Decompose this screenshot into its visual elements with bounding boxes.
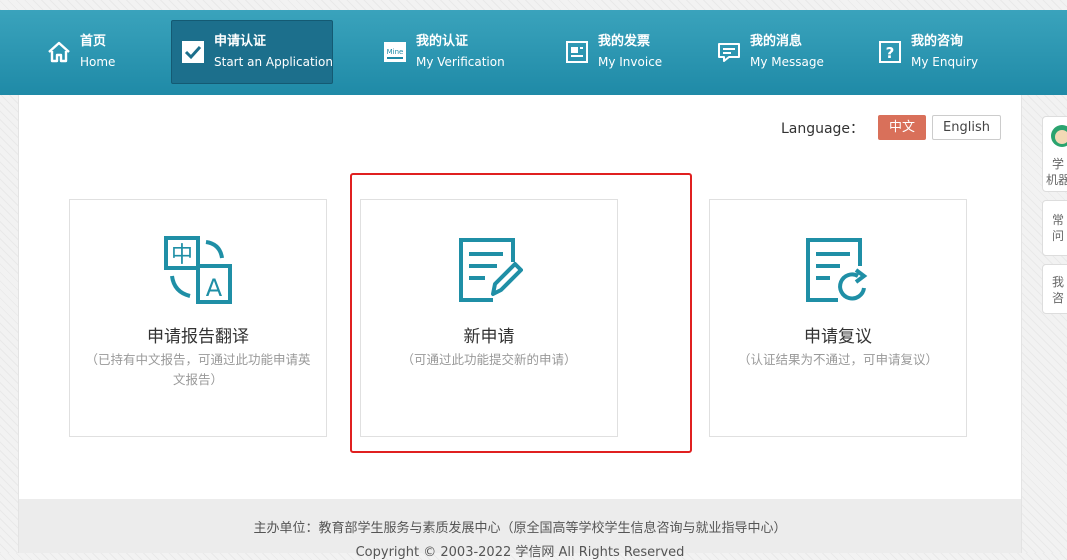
card-report-translation-title: 申请报告翻译 <box>147 327 249 347</box>
check-box-icon <box>182 41 204 63</box>
top-navigation-bar: 首页 Home 申请认证 Start an Application Mine 我… <box>0 10 1067 95</box>
mine-icon-text: Mine <box>387 48 404 56</box>
side-enquiry-text-1: 我 <box>1051 275 1064 289</box>
nav-home[interactable]: 首页 Home <box>36 20 146 84</box>
side-robot-assistant[interactable]: 学 机器 <box>1042 116 1067 192</box>
side-faq-text-2: 问 <box>1051 229 1064 243</box>
card-reconsideration[interactable]: 申请复议 （认证结果为不通过，可申请复议） <box>709 199 967 437</box>
robot-avatar-icon <box>1051 125 1067 147</box>
main-panel: Language： 中文 English 中 A 申请报告翻译 （已持有中文报告… <box>18 95 1022 560</box>
question-icon-text: ? <box>886 44 895 62</box>
mine-certificate-icon: Mine <box>384 42 406 62</box>
new-application-icon <box>459 238 523 302</box>
translate-icon-en-glyph: A <box>206 274 223 302</box>
nav-home-cn-label: 首页 <box>80 34 107 49</box>
translate-icon: 中 A <box>164 236 232 304</box>
footer-copyright: Copyright © 2003-2022 学信网 All Rights Res… <box>355 545 685 560</box>
language-label: Language： <box>780 120 865 137</box>
side-enquiry-text-2: 咨 <box>1051 291 1064 305</box>
language-option-chinese[interactable]: 中文 <box>878 115 927 140</box>
nav-my-invoice-en-label: My Invoice <box>598 55 663 69</box>
question-icon: ? <box>879 41 901 63</box>
side-robot-text-2: 机器 <box>1045 173 1067 187</box>
nav-my-enquiry[interactable]: ? 我的咨询 My Enquiry <box>867 20 1007 84</box>
nav-my-verification[interactable]: Mine 我的认证 My Verification <box>372 20 522 84</box>
side-my-enquiry[interactable]: 我 咨 <box>1042 264 1067 314</box>
footer-sponsor: 主办单位：教育部学生服务与素质发展中心（原全国高等学校学生信息咨询与就业指导中心… <box>253 521 787 536</box>
message-icon <box>718 43 740 62</box>
home-icon <box>48 41 70 63</box>
nav-my-message[interactable]: 我的消息 My Message <box>706 20 846 84</box>
nav-my-invoice-cn-label: 我的发票 <box>598 34 651 49</box>
language-option-english[interactable]: English <box>932 115 1001 140</box>
nav-my-message-cn-label: 我的消息 <box>750 34 803 49</box>
footer: 主办单位：教育部学生服务与素质发展中心（原全国高等学校学生信息咨询与就业指导中心… <box>19 499 1021 560</box>
side-faq-text-1: 常 <box>1051 213 1064 227</box>
nav-my-verification-en-label: My Verification <box>416 55 505 69</box>
card-new-application-title: 新申请 <box>463 327 515 347</box>
nav-start-application[interactable]: 申请认证 Start an Application <box>171 20 333 84</box>
invoice-icon <box>566 41 588 63</box>
card-report-translation-desc: （已持有中文报告，可通过此功能申请英文报告） <box>85 352 311 387</box>
reconsideration-icon <box>806 238 868 302</box>
translate-icon-cn-glyph: 中 <box>171 243 193 268</box>
side-faq[interactable]: 常 问 <box>1042 200 1067 256</box>
language-switcher: Language： 中文 English <box>781 115 1001 140</box>
nav-my-verification-cn-label: 我的认证 <box>416 34 469 49</box>
nav-my-enquiry-en-label: My Enquiry <box>911 55 979 69</box>
card-reconsideration-desc: （认证结果为不通过，可申请复议） <box>737 352 938 367</box>
card-new-application-desc: （可通过此功能提交新的申请） <box>401 352 577 367</box>
card-report-translation[interactable]: 中 A 申请报告翻译 （已持有中文报告，可通过此功能申请英文报告） <box>69 199 327 437</box>
nav-my-message-en-label: My Message <box>750 55 824 69</box>
side-robot-text-1: 学 <box>1051 157 1064 171</box>
nav-my-invoice[interactable]: 我的发票 My Invoice <box>554 20 684 84</box>
nav-start-application-en-label: Start an Application <box>214 55 333 69</box>
nav-start-application-cn-label: 申请认证 <box>214 34 267 49</box>
nav-home-en-label: Home <box>80 55 116 69</box>
nav-my-enquiry-cn-label: 我的咨询 <box>911 34 964 49</box>
card-reconsideration-title: 申请复议 <box>804 327 872 347</box>
card-new-application[interactable]: 新申请 （可通过此功能提交新的申请） <box>360 199 618 437</box>
